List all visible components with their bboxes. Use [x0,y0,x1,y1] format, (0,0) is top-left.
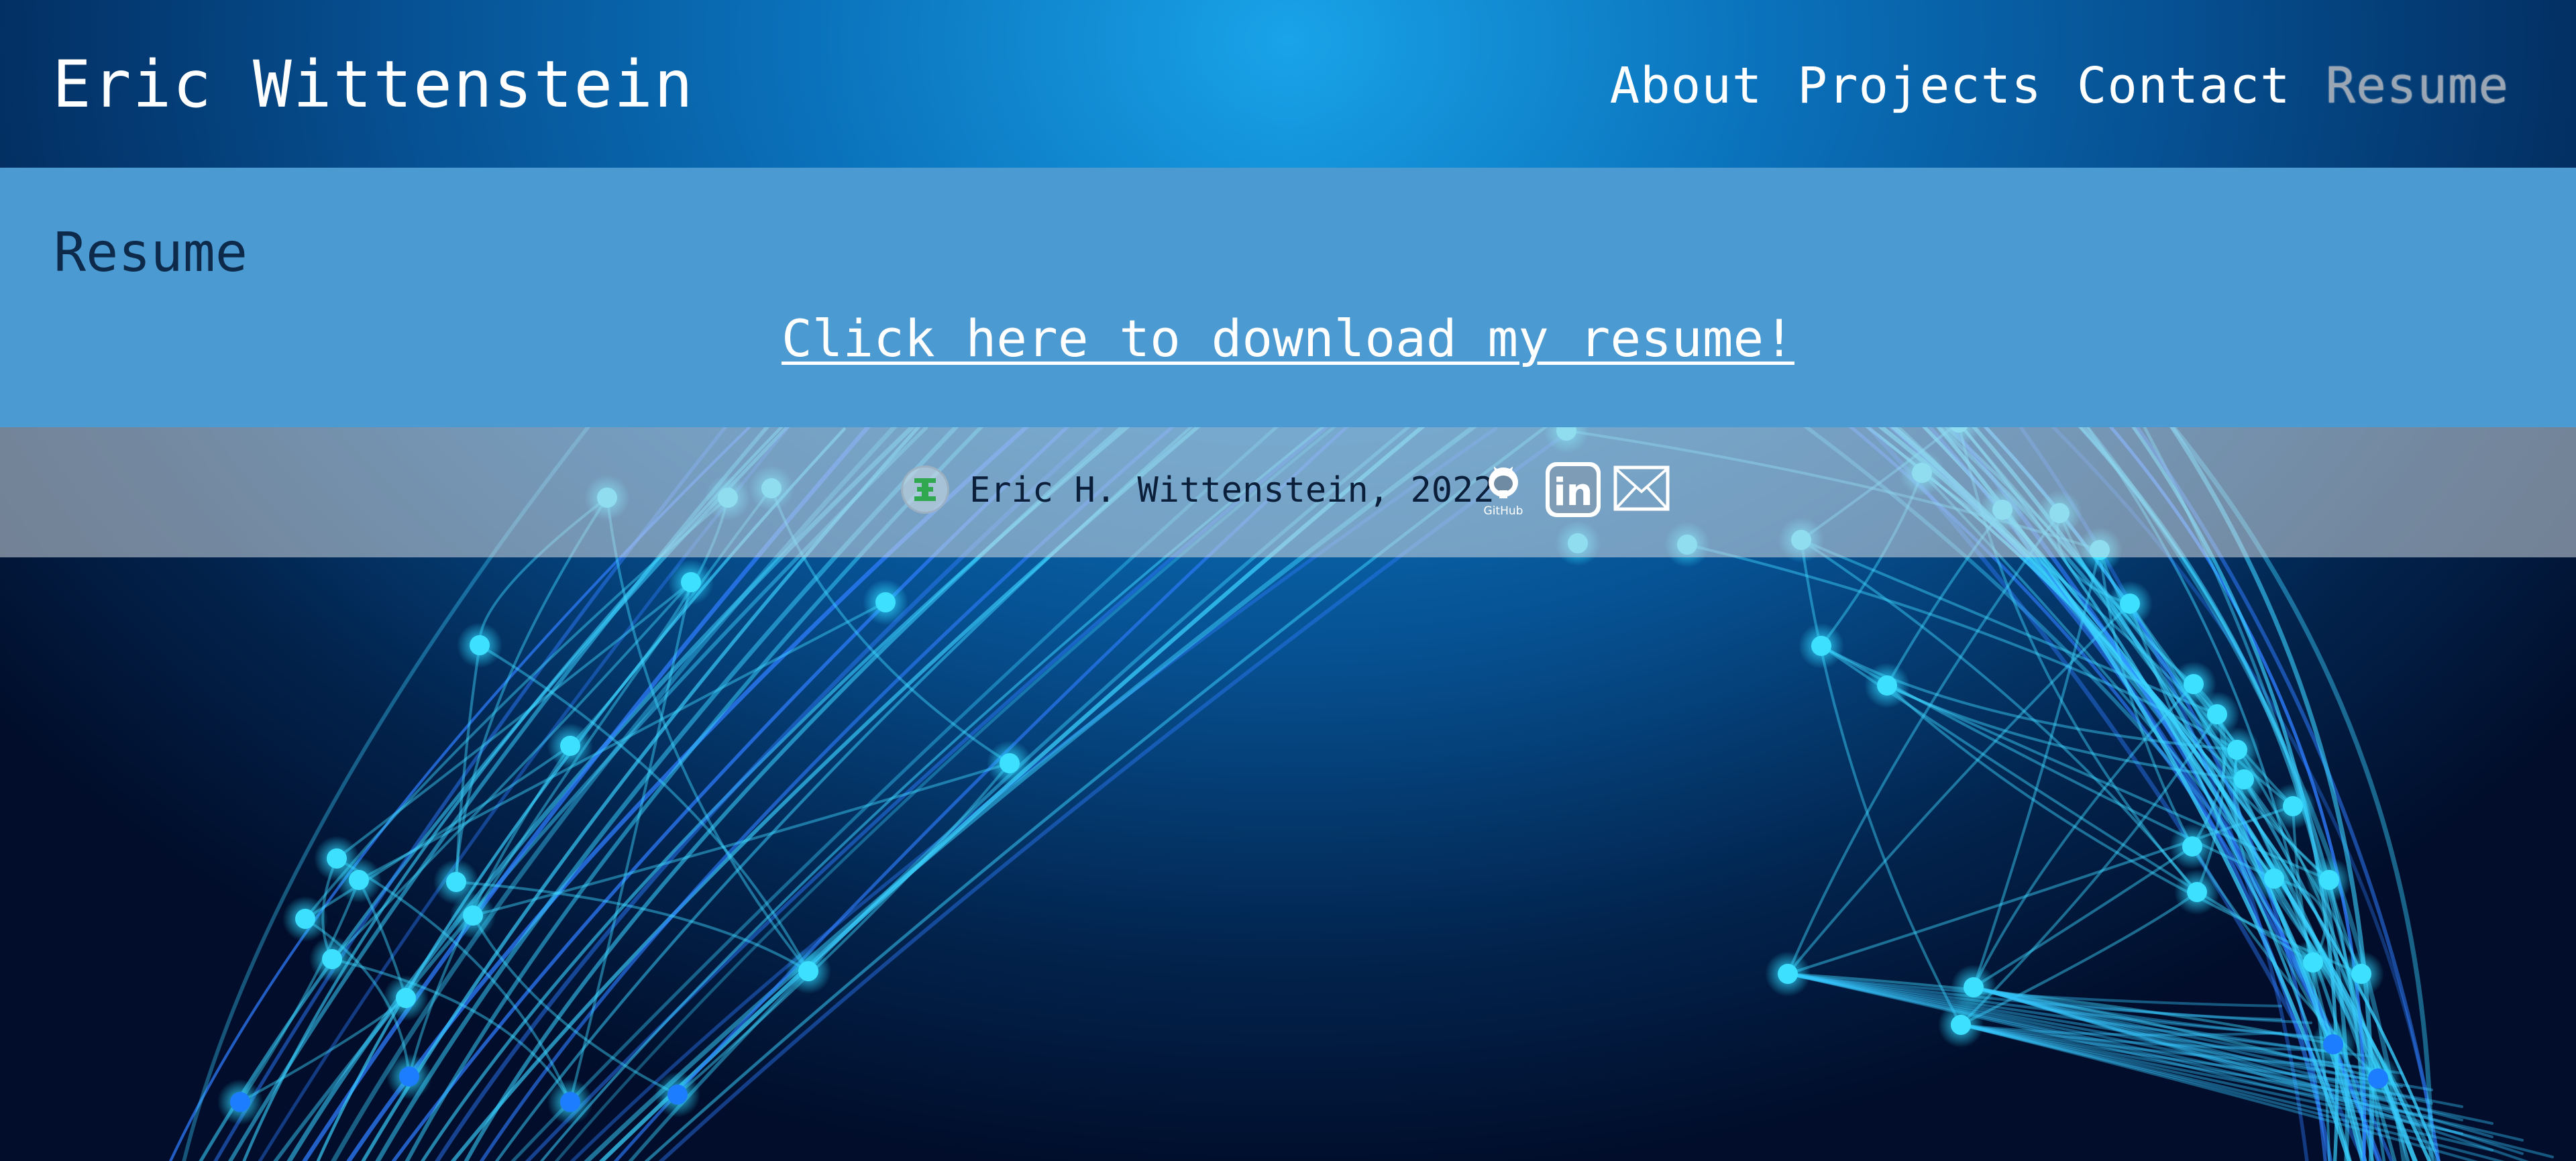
main-nav: About Projects Contact Resume [1610,52,2509,119]
header-bar: Eric Wittenstein About Projects Contact … [0,0,2576,168]
nav-projects[interactable]: Projects [1797,52,2041,119]
svg-text:in: in [1553,471,1593,514]
svg-text:GitHub: GitHub [1484,504,1523,518]
page-title: Resume [54,221,248,284]
site-title[interactable]: Eric Wittenstein [52,44,694,125]
footer: Eric H. Wittenstein, 2022 GitHub in [0,427,2576,557]
nav-resume[interactable]: Resume [2326,52,2509,119]
nav-contact[interactable]: Contact [2077,52,2291,119]
nav-about[interactable]: About [1610,52,1763,119]
footer-copyright: Eric H. Wittenstein, 2022 [969,470,1495,510]
resume-section: Resume Click here to download my resume! [0,168,2576,427]
eh-logo-icon[interactable] [901,465,949,514]
mail-icon[interactable] [1613,461,1670,518]
linkedin-icon[interactable]: in [1544,461,1602,518]
download-resume-link[interactable]: Click here to download my resume! [0,302,2576,376]
github-icon[interactable]: GitHub [1474,461,1532,518]
